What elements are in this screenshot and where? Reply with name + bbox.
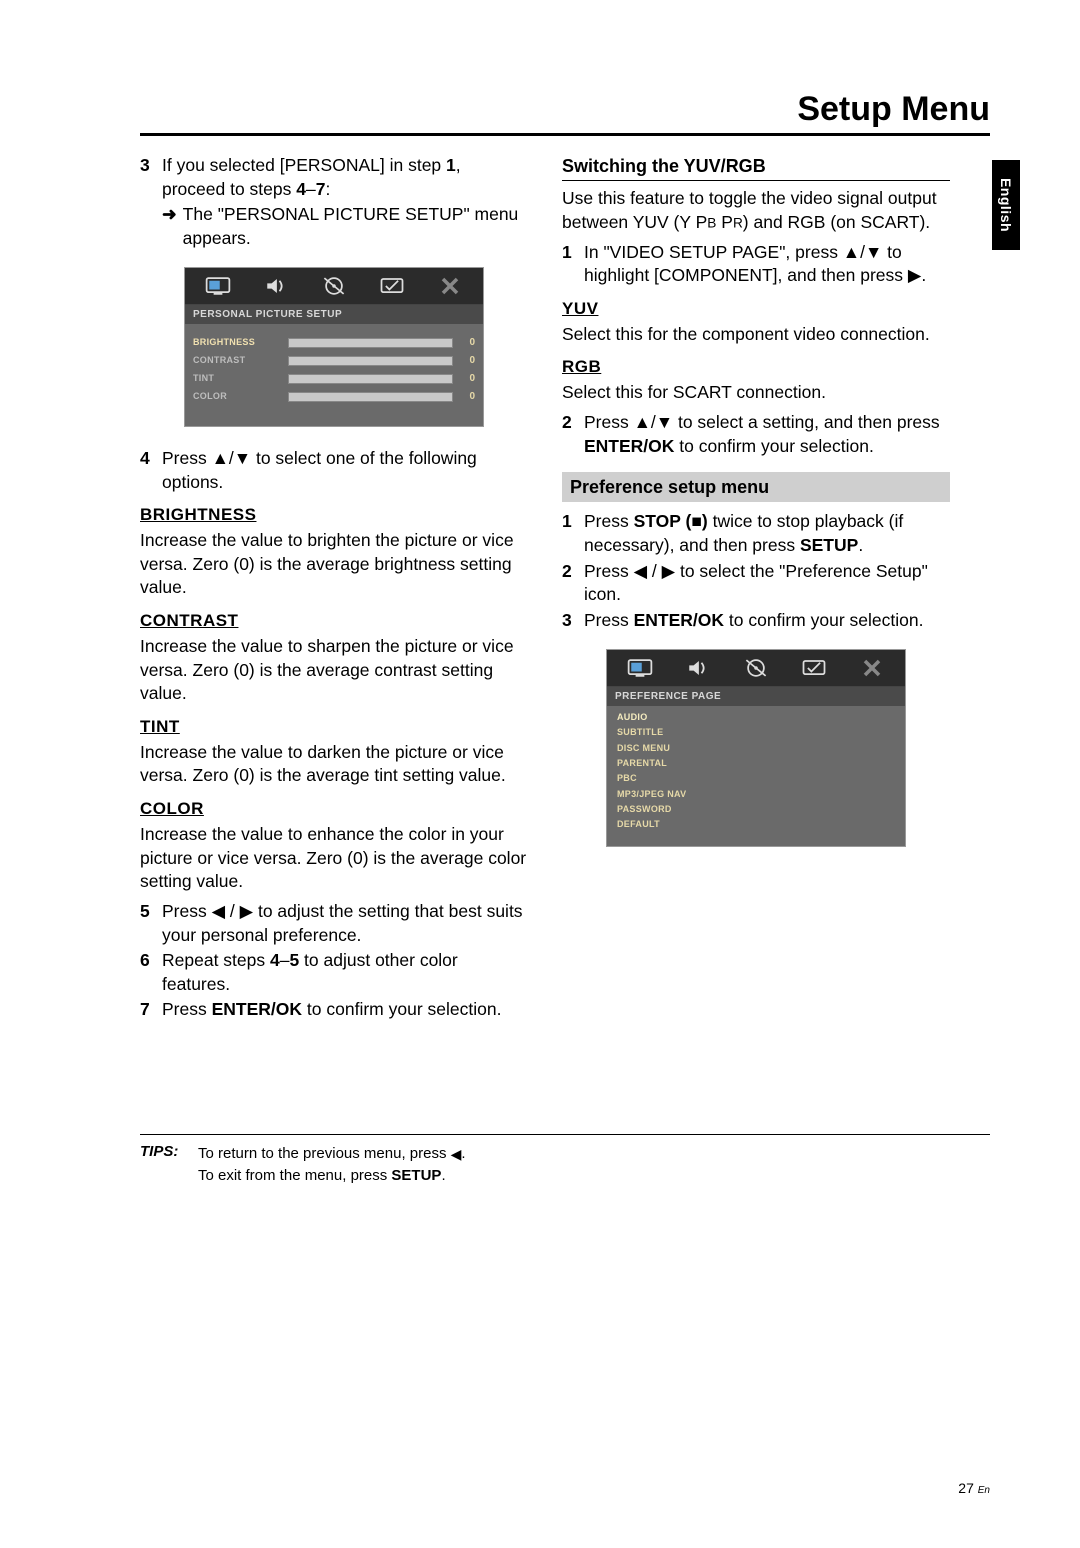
osd-section-label-2: PREFERENCE PAGE: [607, 687, 905, 707]
step-5: 5 Press ◀ / ▶ to adjust the setting that…: [140, 900, 528, 947]
pref-step-3: 3 Press ENTER/OK to confirm your selecti…: [562, 609, 950, 633]
right-step-2: 2 Press ▲/▼ to select a setting, and the…: [562, 411, 950, 458]
yuv-text: Select this for the component video conn…: [562, 323, 950, 347]
tv-icon: [204, 274, 232, 298]
close-icon: [858, 656, 886, 680]
osd-preference-page: PREFERENCE PAGE AUDIOSUBTITLEDISC MENUPA…: [606, 649, 906, 848]
right-step-1: 1 In "VIDEO SETUP PAGE", press ▲/▼ to hi…: [562, 241, 950, 288]
osd-slider-row: TINT0: [193, 370, 475, 387]
step-4: 4 Press ▲/▼ to select one of the followi…: [140, 447, 528, 494]
osd-menu-item: PBC: [617, 771, 895, 786]
osd-slider-row: CONTRAST0: [193, 352, 475, 369]
pref-step-1: 1 Press STOP (■) twice to stop playback …: [562, 510, 950, 557]
osd-menu-item: PARENTAL: [617, 756, 895, 771]
tint-text: Increase the value to darken the picture…: [140, 741, 528, 788]
title-rule: [140, 133, 990, 136]
osd-tab-icons-2: [607, 650, 905, 687]
right-column: Switching the YUV/RGB Use this feature t…: [562, 154, 950, 1024]
brightness-text: Increase the value to brighten the pictu…: [140, 529, 528, 600]
page-title: Setup Menu: [140, 90, 990, 129]
tips-rule: [140, 1134, 990, 1135]
step-3-result: ➜ The "PERSONAL PICTURE SETUP" menu appe…: [162, 203, 528, 250]
osd-slider-row: COLOR0: [193, 388, 475, 405]
osd-menu-item: AUDIO: [617, 710, 895, 725]
left-column: 3 If you selected [PERSONAL] in step 1, …: [140, 154, 528, 1024]
osd-menu-item: DISC MENU: [617, 741, 895, 756]
color-text: Increase the value to enhance the color …: [140, 823, 528, 894]
tint-heading: TINT: [140, 716, 528, 739]
rgb-text: Select this for SCART connection.: [562, 381, 950, 405]
preference-heading: Preference setup menu: [562, 472, 950, 502]
osd-section-label: PERSONAL PICTURE SETUP: [185, 305, 483, 325]
osd-personal-picture-setup: PERSONAL PICTURE SETUP BRIGHTNESS0CONTRA…: [184, 267, 484, 428]
monitor-icon: [378, 274, 406, 298]
osd-menu-item: MP3/JPEG NAV: [617, 787, 895, 802]
osd-menu-item: DEFAULT: [617, 817, 895, 832]
pref-step-2: 2 Press ◀ / ▶ to select the "Preference …: [562, 560, 950, 607]
step-3: 3 If you selected [PERSONAL] in step 1, …: [140, 154, 528, 201]
disc-icon: [320, 274, 348, 298]
tips: TIPS: To return to the previous menu, pr…: [140, 1143, 990, 1187]
speaker-icon: [684, 656, 712, 680]
close-icon: [436, 274, 464, 298]
disc-icon: [742, 656, 770, 680]
step-6: 6 Repeat steps 4–5 to adjust other color…: [140, 949, 528, 996]
monitor-icon: [800, 656, 828, 680]
speaker-icon: [262, 274, 290, 298]
osd-tab-icons: [185, 268, 483, 305]
yuv-rgb-text: Use this feature to toggle the video sig…: [562, 187, 950, 234]
osd-menu-item: SUBTITLE: [617, 725, 895, 740]
osd-slider-row: BRIGHTNESS0: [193, 334, 475, 351]
rgb-heading: RGB: [562, 356, 950, 379]
color-heading: COLOR: [140, 798, 528, 821]
step-7: 7 Press ENTER/OK to confirm your selecti…: [140, 998, 528, 1022]
yuv-rgb-heading: Switching the YUV/RGB: [562, 154, 950, 181]
contrast-heading: CONTRAST: [140, 610, 528, 633]
language-tab: English: [992, 160, 1020, 250]
tv-icon: [626, 656, 654, 680]
page-number: 27 En: [958, 1480, 990, 1496]
contrast-text: Increase the value to sharpen the pictur…: [140, 635, 528, 706]
yuv-heading: YUV: [562, 298, 950, 321]
osd-menu-item: PASSWORD: [617, 802, 895, 817]
brightness-heading: BRIGHTNESS: [140, 504, 528, 527]
